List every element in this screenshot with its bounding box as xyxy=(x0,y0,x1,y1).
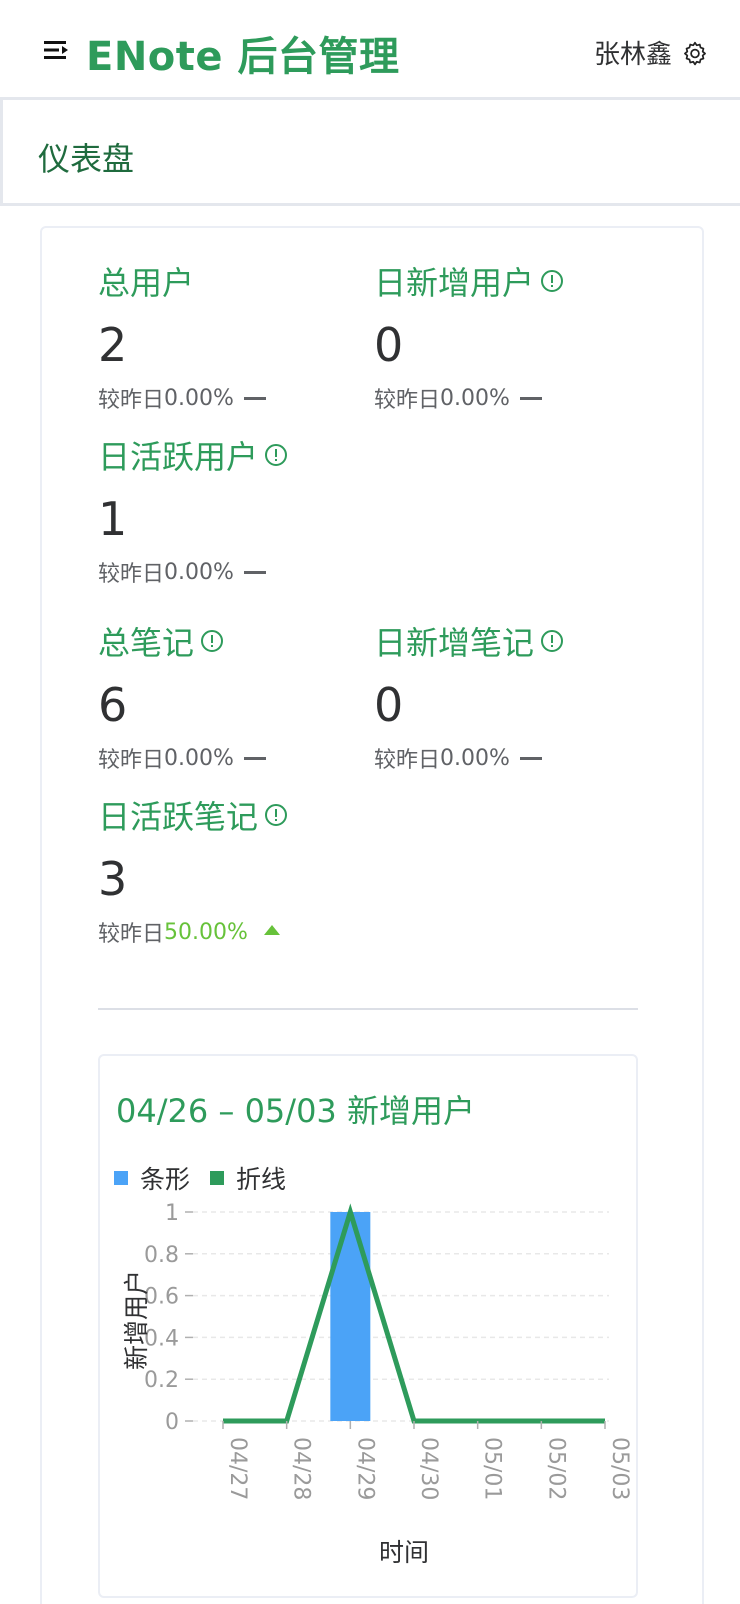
stat-label-text: 日活跃笔记 xyxy=(98,798,259,836)
chart-legend: 条形 折线 xyxy=(114,1160,286,1196)
stat-total-notes: 总笔记 6 较昨日 0.00% xyxy=(98,618,266,774)
bar xyxy=(330,1212,371,1421)
stat-label-text: 日新增笔记 xyxy=(374,624,535,662)
info-icon[interactable] xyxy=(540,269,564,293)
divider xyxy=(98,1008,638,1010)
y-tick-label: 0.2 xyxy=(144,1368,179,1393)
top-header: ENote 后台管理 张林鑫 xyxy=(0,0,740,100)
legend-item-bar[interactable]: 条形 xyxy=(114,1160,190,1196)
dashboard-card: 总用户 2 较昨日 0.00% 日新增用户 0 较昨日 0.00% 日活跃用户 … xyxy=(40,226,704,1604)
x-tick-label: 05/01 xyxy=(480,1437,505,1500)
legend-label: 折线 xyxy=(236,1165,287,1194)
stat-compare: 较昨日 0.00% xyxy=(98,382,266,414)
compare-prefix: 较昨日 xyxy=(98,748,165,773)
x-tick-label: 05/03 xyxy=(607,1437,632,1500)
stat-value: 6 xyxy=(98,678,128,732)
compare-percent: 0.00% xyxy=(164,559,234,585)
stat-label-text: 总笔记 xyxy=(98,624,195,662)
compare-percent: 0.00% xyxy=(164,745,234,771)
compare-percent: 50.00% xyxy=(164,919,248,945)
x-tick-label: 04/28 xyxy=(289,1437,314,1500)
page-header: 仪表盘 xyxy=(0,100,740,206)
chart-title: 04/26 – 05/03 新增用户 xyxy=(116,1092,475,1130)
trend-flat-icon xyxy=(243,396,266,400)
stat-compare: 较昨日 50.00% xyxy=(98,916,288,948)
legend-item-line[interactable]: 折线 xyxy=(210,1160,286,1196)
compare-prefix: 较昨日 xyxy=(374,388,441,413)
stat-label-text: 总用户 xyxy=(98,264,195,302)
stat-compare: 较昨日 0.00% xyxy=(374,742,564,774)
x-tick-label: 04/27 xyxy=(225,1437,250,1500)
series-line xyxy=(223,1203,605,1424)
compare-percent: 0.00% xyxy=(440,745,510,771)
user-name: 张林鑫 xyxy=(593,40,672,70)
stat-label: 总用户 xyxy=(98,258,266,304)
stat-compare: 较昨日 0.00% xyxy=(98,556,288,588)
legend-label: 条形 xyxy=(140,1165,191,1194)
stat-label: 日活跃笔记 xyxy=(98,792,288,838)
stat-label: 日新增用户 xyxy=(374,258,564,304)
stat-new-notes: 日新增笔记 0 较昨日 0.00% xyxy=(374,618,564,774)
user-menu[interactable]: 张林鑫 xyxy=(594,34,708,71)
compare-prefix: 较昨日 xyxy=(98,388,165,413)
y-tick-label: 0 xyxy=(165,1410,179,1435)
trend-flat-icon xyxy=(519,396,542,400)
chart-card: 0 0.2 0.4 0.6 0.8 1 04/27 04/28 04/29 04/30 05/01 0… xyxy=(98,1054,638,1598)
stat-label-text: 日活跃用户 xyxy=(98,438,259,476)
page-title: 仪表盘 xyxy=(38,140,135,178)
stat-active-users: 日活跃用户 1 较昨日 0.00% xyxy=(98,432,288,588)
legend-swatch-line xyxy=(210,1171,225,1185)
x-tick-label: 05/02 xyxy=(543,1437,568,1500)
x-tick-label: 04/29 xyxy=(352,1437,377,1500)
trend-flat-icon xyxy=(243,570,266,574)
gear-icon[interactable] xyxy=(682,40,708,66)
app-title: ENote 后台管理 xyxy=(86,34,400,80)
compare-prefix: 较昨日 xyxy=(374,748,441,773)
stat-total-users: 总用户 2 较昨日 0.00% xyxy=(98,258,266,414)
info-icon[interactable] xyxy=(200,629,224,653)
y-tick-label: 0.8 xyxy=(144,1243,179,1268)
stat-label: 总笔记 xyxy=(98,618,266,664)
x-tick-label: 04/30 xyxy=(416,1437,441,1500)
stat-compare: 较昨日 0.00% xyxy=(374,382,564,414)
stat-value: 0 xyxy=(374,318,404,372)
trend-up-icon xyxy=(263,925,280,935)
y-axis-label: 新增用户 xyxy=(122,1270,151,1370)
stat-new-users: 日新增用户 0 较昨日 0.00% xyxy=(374,258,564,414)
stat-value: 2 xyxy=(98,318,128,372)
page-header-border xyxy=(0,100,3,203)
stat-label: 日活跃用户 xyxy=(98,432,288,478)
compare-prefix: 较昨日 xyxy=(98,922,165,947)
stat-value: 0 xyxy=(374,678,404,732)
stat-active-notes: 日活跃笔记 3 较昨日 50.00% xyxy=(98,792,288,948)
stat-label: 日新增笔记 xyxy=(374,618,564,664)
stat-label-text: 日新增用户 xyxy=(374,264,535,302)
trend-flat-icon xyxy=(519,756,542,760)
new-users-chart: 00.20.40.60.8104/27 04/28 04/29 04/30 05/01 0… xyxy=(122,1201,632,1567)
info-icon[interactable] xyxy=(264,443,288,467)
stat-value: 3 xyxy=(98,852,128,906)
compare-percent: 0.00% xyxy=(440,385,510,411)
stat-value: 1 xyxy=(98,492,128,546)
stat-compare: 较昨日 0.00% xyxy=(98,742,266,774)
compare-percent: 0.00% xyxy=(164,385,234,411)
menu-fold-icon[interactable] xyxy=(44,38,70,62)
info-icon[interactable] xyxy=(264,803,288,827)
trend-flat-icon xyxy=(243,756,266,760)
y-tick-label: 1 xyxy=(165,1201,179,1226)
info-icon[interactable] xyxy=(540,629,564,653)
legend-swatch-bar xyxy=(114,1171,128,1185)
x-axis-label: 时间 xyxy=(379,1538,429,1567)
compare-prefix: 较昨日 xyxy=(98,562,165,587)
